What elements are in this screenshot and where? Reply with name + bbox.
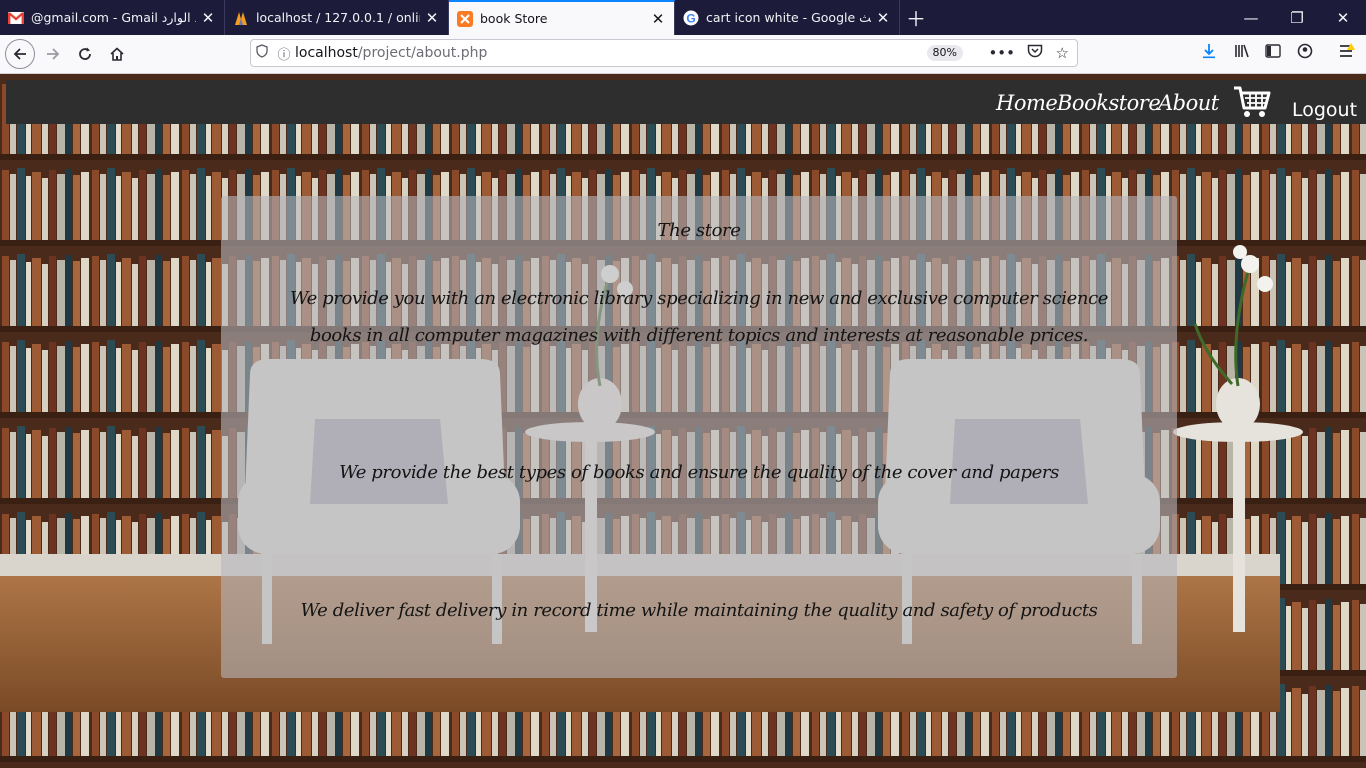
google-icon: G xyxy=(683,10,699,26)
close-window-icon[interactable]: ✕ xyxy=(1320,0,1366,35)
close-tab-icon[interactable]: ✕ xyxy=(875,9,891,27)
nav-home-link[interactable]: Home xyxy=(996,91,1058,115)
home-icon xyxy=(110,47,124,61)
shield-icon[interactable] xyxy=(251,44,273,62)
sidebar-icon[interactable] xyxy=(1265,43,1281,62)
back-arrow-icon xyxy=(13,48,26,60)
home-button[interactable] xyxy=(102,39,132,69)
download-icon[interactable] xyxy=(1201,43,1217,63)
about-paragraph-3: We deliver fast delivery in record time … xyxy=(300,600,1098,621)
restore-icon[interactable]: ❐ xyxy=(1274,0,1320,35)
more-actions-icon[interactable]: ••• xyxy=(988,44,1015,62)
tab-phpmyadmin[interactable]: localhost / 127.0.0.1 / onlinelibr ✕ xyxy=(225,0,449,35)
about-panel: The store We provide you with an electro… xyxy=(221,196,1177,678)
tab-label: localhost / 127.0.0.1 / onlinelibr xyxy=(256,10,420,25)
url-host: localhost xyxy=(295,45,358,61)
tab-label: @gmail.com - Gmail البريد الوارد xyxy=(31,10,196,25)
browser-toolbar: ⓘ localhost/project/about.php 80% ••• ☆ xyxy=(0,35,1366,74)
bookmark-star-icon[interactable]: ☆ xyxy=(1056,44,1069,62)
cart-icon[interactable] xyxy=(1232,84,1272,120)
account-icon[interactable] xyxy=(1297,43,1313,63)
page-viewport: Home Bookstore About Logout The store We… xyxy=(0,74,1366,768)
page-title: The store xyxy=(657,220,741,241)
zoom-indicator[interactable]: 80% xyxy=(926,45,963,61)
back-button[interactable] xyxy=(5,39,35,69)
reload-icon xyxy=(79,47,91,60)
reload-button[interactable] xyxy=(70,39,100,69)
nav-bookstore-link[interactable]: Bookstore xyxy=(1057,91,1161,115)
close-tab-icon[interactable]: ✕ xyxy=(200,9,216,27)
gmail-icon xyxy=(8,10,24,26)
forward-arrow-icon xyxy=(47,48,60,60)
close-tab-icon[interactable]: ✕ xyxy=(424,9,440,27)
info-icon[interactable]: ⓘ xyxy=(273,44,295,63)
site-navbar: Home Bookstore About Logout xyxy=(6,80,1366,124)
forward-button[interactable] xyxy=(38,39,68,69)
phpmyadmin-icon xyxy=(233,10,249,26)
minimize-icon[interactable]: — xyxy=(1228,0,1274,35)
menu-icon[interactable] xyxy=(1338,43,1356,63)
tab-label: cart icon white - Google بحث xyxy=(706,10,871,25)
tab-book-store[interactable]: book Store ✕ xyxy=(449,0,675,35)
new-tab-button[interactable]: ＋ xyxy=(900,0,932,35)
window-controls: — ❐ ✕ xyxy=(1228,0,1366,35)
nav-about-link[interactable]: About xyxy=(1158,91,1219,115)
xampp-icon xyxy=(457,10,473,27)
url-bar[interactable]: ⓘ localhost/project/about.php 80% ••• ☆ xyxy=(250,39,1078,67)
logout-link[interactable]: Logout xyxy=(1292,99,1357,121)
library-icon[interactable] xyxy=(1234,43,1250,63)
about-paragraph-2: We provide the best types of books and e… xyxy=(339,462,1059,483)
tab-google-search[interactable]: G cart icon white - Google بحث ✕ xyxy=(675,0,900,35)
browser-tab-bar: @gmail.com - Gmail البريد الوارد ✕ local… xyxy=(0,0,1366,35)
svg-text:G: G xyxy=(686,11,695,25)
tab-label: book Store xyxy=(480,11,548,26)
tab-gmail[interactable]: @gmail.com - Gmail البريد الوارد ✕ xyxy=(0,0,225,35)
close-tab-icon[interactable]: ✕ xyxy=(650,10,666,28)
about-paragraph-1: We provide you with an electronic librar… xyxy=(289,288,1109,346)
pocket-icon[interactable] xyxy=(1027,44,1043,63)
url-path: /project/about.php xyxy=(357,45,488,61)
